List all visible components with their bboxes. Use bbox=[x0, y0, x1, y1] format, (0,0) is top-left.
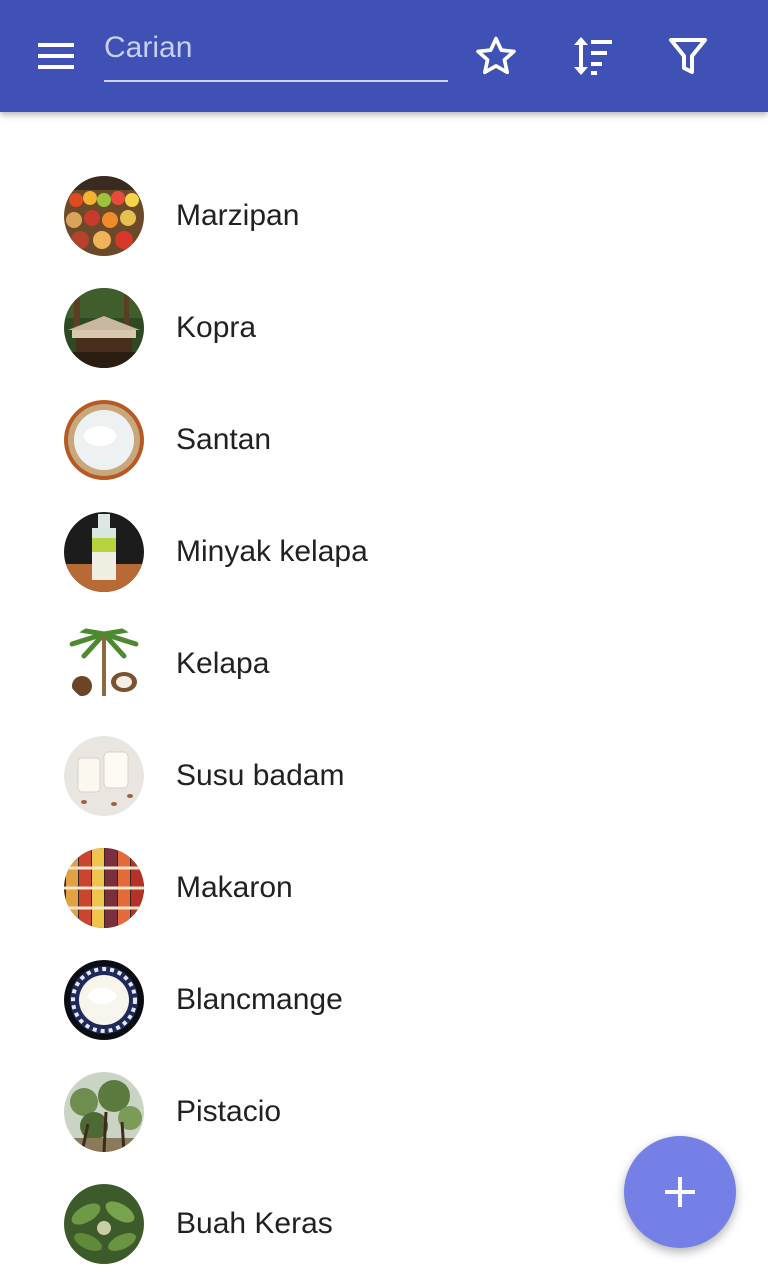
menu-icon bbox=[38, 43, 74, 69]
avatar bbox=[64, 848, 144, 928]
list-item[interactable]: Kopra bbox=[0, 272, 768, 384]
list-item[interactable]: Santan bbox=[0, 384, 768, 496]
plus-icon bbox=[665, 1177, 695, 1207]
list-item[interactable]: Marzipan bbox=[0, 160, 768, 272]
list-item[interactable]: Makaron bbox=[0, 832, 768, 944]
market-fruit-thumbnail bbox=[64, 176, 144, 256]
milk-bowl-thumbnail bbox=[64, 400, 144, 480]
almond-milk-thumbnail bbox=[64, 736, 144, 816]
filter-button[interactable] bbox=[656, 24, 720, 88]
coconut-palm-thumbnail bbox=[64, 624, 144, 704]
search-field[interactable] bbox=[104, 26, 448, 82]
list-item[interactable]: Kelapa bbox=[0, 608, 768, 720]
list-item[interactable]: Minyak kelapa bbox=[0, 496, 768, 608]
macarons-thumbnail bbox=[64, 848, 144, 928]
list-item-label: Buah Keras bbox=[176, 1207, 333, 1240]
app-bar bbox=[0, 0, 768, 112]
item-list: Marzipan Kopra Santan Minyak kelapa Kela… bbox=[0, 160, 768, 1280]
sort-button[interactable] bbox=[560, 24, 624, 88]
list-item[interactable]: Susu badam bbox=[0, 720, 768, 832]
favorites-button[interactable] bbox=[464, 24, 528, 88]
avatar bbox=[64, 288, 144, 368]
avatar bbox=[64, 400, 144, 480]
filter-icon bbox=[669, 38, 707, 74]
avatar bbox=[64, 736, 144, 816]
list-item-label: Makaron bbox=[176, 871, 293, 904]
add-button[interactable] bbox=[624, 1136, 736, 1248]
avatar bbox=[64, 624, 144, 704]
search-input[interactable] bbox=[104, 26, 448, 70]
list-item-label: Marzipan bbox=[176, 199, 300, 232]
avatar bbox=[64, 1072, 144, 1152]
star-outline-icon bbox=[476, 36, 516, 75]
list-item[interactable]: Blancmange bbox=[0, 944, 768, 1056]
list-item-label: Minyak kelapa bbox=[176, 535, 368, 568]
pistachio-tree-thumbnail bbox=[64, 1072, 144, 1152]
menu-button[interactable] bbox=[24, 24, 88, 88]
list-item-label: Santan bbox=[176, 423, 272, 456]
list-item-label: Blancmange bbox=[176, 983, 343, 1016]
list-item-label: Kopra bbox=[176, 311, 257, 344]
drying-shed-thumbnail bbox=[64, 288, 144, 368]
list-item-label: Kelapa bbox=[176, 647, 270, 680]
avatar bbox=[64, 1184, 144, 1264]
sort-icon bbox=[574, 37, 612, 75]
avatar bbox=[64, 176, 144, 256]
nut-leaves-thumbnail bbox=[64, 1184, 144, 1264]
pudding-bowl-thumbnail bbox=[64, 960, 144, 1040]
avatar bbox=[64, 960, 144, 1040]
oil-jar-thumbnail bbox=[64, 512, 144, 592]
avatar bbox=[64, 512, 144, 592]
list-item-label: Pistacio bbox=[176, 1095, 282, 1128]
list-item-label: Susu badam bbox=[176, 759, 345, 792]
